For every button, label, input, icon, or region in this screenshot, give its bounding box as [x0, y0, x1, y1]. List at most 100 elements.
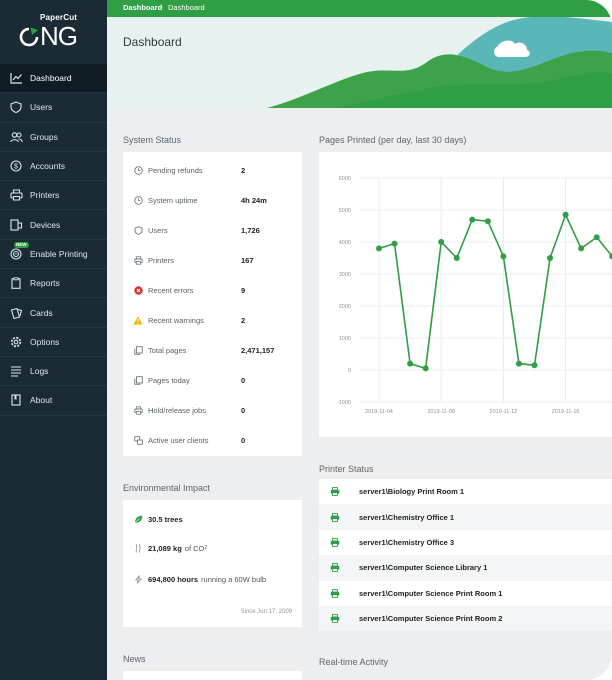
sidebar-item-logs[interactable]: Logs: [0, 357, 107, 387]
environmental-impact-title: Environmental Impact: [123, 483, 211, 493]
error-icon: [133, 285, 143, 295]
sidebar-item-printers[interactable]: Printers: [0, 181, 107, 211]
printer-ok-icon: [330, 537, 340, 547]
status-row-recent-warnings[interactable]: Recent warnings 2: [123, 305, 302, 335]
data-point[interactable]: [593, 234, 600, 241]
sidebar: PaperCut NG Dashboard Users Groups $ Acc…: [0, 0, 107, 680]
news-card: [123, 671, 302, 680]
papercut-logo[interactable]: PaperCut NG: [16, 10, 96, 56]
x-tick-label: 2019-11-16: [552, 409, 580, 415]
data-point[interactable]: [376, 245, 382, 252]
sidebar-item-label: Devices: [30, 219, 61, 230]
system-status-card: Pending refunds 2 System uptime 4h 24m U…: [123, 152, 302, 456]
trees-value: 30.5 trees: [148, 514, 183, 524]
printer-row[interactable]: server1\Computer Science Print Room 2: [319, 606, 612, 632]
printer-icon: [9, 188, 23, 202]
status-label: Total pages: [148, 345, 187, 355]
sidebar-item-label: About: [30, 395, 53, 406]
x-tick-label: 2019-11-12: [490, 409, 518, 415]
system-status-title: System Status: [123, 135, 182, 145]
data-point[interactable]: [438, 239, 445, 245]
sidebar-item-devices[interactable]: Devices: [0, 210, 107, 240]
sidebar-item-label: Printers: [30, 190, 60, 201]
status-row-recent-errors[interactable]: Recent errors 9: [123, 275, 302, 305]
leaf-icon: [133, 514, 143, 524]
sidebar-item-label: Accounts: [30, 161, 65, 172]
news-title: News: [123, 654, 146, 664]
y-tick-label: 1000: [339, 336, 351, 342]
status-value: 9: [241, 285, 246, 295]
printer-status-card: server1\Biology Print Room 1 server1\Che…: [319, 479, 612, 632]
printer-row[interactable]: server1\Computer Science Print Room 1: [319, 581, 612, 606]
env-trees: 30.5 trees: [133, 514, 186, 524]
sidebar-item-label: Logs: [30, 366, 49, 377]
sidebar-item-about[interactable]: About: [0, 386, 107, 416]
sidebar-item-label: Dashboard: [30, 73, 72, 84]
printer-name: server1\Computer Science Library 1: [359, 563, 488, 573]
breadcrumb-home-link[interactable]: Dashboard: [123, 3, 162, 12]
sidebar-item-label: Options: [30, 336, 60, 347]
pages-line-chart: 6000 5000 4000 3000 2000 1000 0 -1000 2019-11-0…: [337, 176, 612, 415]
status-row-hold-release-jobs[interactable]: Hold/release jobs 0: [123, 395, 302, 425]
status-row-active-user-clients[interactable]: Active user clients 0: [123, 425, 302, 455]
status-row-pages-today: Pages today 0: [123, 365, 302, 395]
data-point[interactable]: [547, 255, 554, 261]
sidebar-item-label: Enable Printing: [30, 248, 88, 259]
bulb-text: running a 60W bulb: [201, 574, 267, 584]
status-row-printers[interactable]: Printers 167: [123, 245, 302, 275]
printer-ok-icon: [330, 487, 340, 497]
hills-illustration: [267, 17, 612, 108]
sidebar-item-groups[interactable]: Groups: [0, 123, 107, 152]
data-point[interactable]: [407, 360, 414, 367]
sidebar-item-enable-printing[interactable]: NEW Enable Printing: [0, 240, 107, 270]
sidebar-item-accounts[interactable]: $ Accounts: [0, 152, 107, 182]
status-label: Printers: [148, 255, 174, 265]
sidebar-item-label: Reports: [30, 278, 60, 289]
status-value: 167: [241, 255, 254, 265]
printer-name: server1\Chemistry Office 1: [359, 512, 455, 522]
sidebar-item-reports[interactable]: Reports: [0, 269, 107, 299]
sidebar-item-users[interactable]: Users: [0, 93, 107, 123]
data-point[interactable]: [578, 245, 585, 252]
data-point[interactable]: [531, 362, 538, 369]
clipboard-icon: [9, 276, 23, 290]
new-badge: NEW: [14, 241, 29, 248]
list-icon: [9, 364, 23, 378]
data-point[interactable]: [500, 253, 507, 260]
smoke-icon: [133, 543, 143, 553]
status-value: 2: [241, 165, 246, 175]
data-point[interactable]: [469, 216, 476, 223]
printer-row[interactable]: server1\Computer Science Library 1: [319, 555, 612, 581]
status-row-users[interactable]: Users 1,726: [123, 215, 302, 245]
data-point[interactable]: [562, 211, 569, 218]
series-line: [378, 212, 612, 370]
data-point[interactable]: [484, 218, 491, 225]
data-point[interactable]: [422, 365, 429, 372]
data-point[interactable]: [391, 240, 398, 247]
status-row-system-uptime: System uptime 4h 24m: [123, 185, 302, 215]
page-header: Dashboard: [107, 17, 612, 108]
printer-row[interactable]: server1\Chemistry Office 3: [319, 530, 612, 555]
printer-ok-icon: [330, 588, 340, 598]
printer-icon: [133, 255, 143, 265]
printer-name: server1\Computer Science Print Room 1: [359, 588, 503, 598]
status-row-pending-refunds[interactable]: Pending refunds 2: [123, 155, 302, 185]
printer-ok-icon: [330, 512, 340, 522]
printer-icon: [133, 405, 143, 415]
data-point[interactable]: [515, 360, 522, 367]
printer-row[interactable]: server1\Biology Print Room 1: [319, 479, 612, 504]
sidebar-item-dashboard[interactable]: Dashboard: [0, 64, 107, 94]
bulb-value: 694,800 hours: [148, 574, 199, 584]
y-tick-label: 6000: [339, 176, 351, 182]
status-value: 0: [241, 435, 246, 445]
sidebar-item-options[interactable]: Options: [0, 328, 107, 357]
device-icon: [9, 218, 23, 232]
data-point[interactable]: [453, 255, 460, 261]
y-tick-label: 2000: [339, 304, 351, 310]
status-row-total-pages: Total pages 2,471,157: [123, 335, 302, 365]
sidebar-item-cards[interactable]: Cards: [0, 298, 107, 328]
dollar-circle-icon: $: [9, 159, 23, 173]
status-label: Active user clients: [148, 435, 209, 445]
printer-row[interactable]: server1\Chemistry Office 1: [319, 504, 612, 530]
y-tick-label: 3000: [339, 272, 351, 278]
